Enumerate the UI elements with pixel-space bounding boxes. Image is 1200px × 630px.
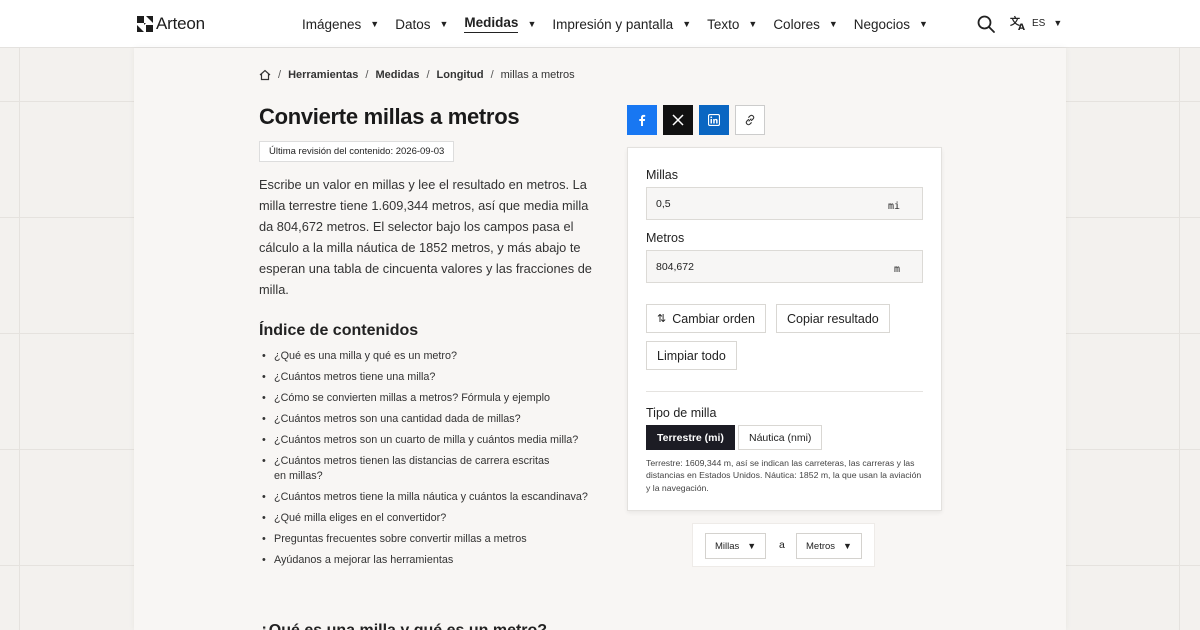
to-unit-value: Metros [806, 540, 836, 552]
meters-input-value: 804,672 [656, 260, 694, 273]
nav-item-label: Imágenes [302, 16, 362, 32]
section-heading: ¿Qué es una milla y qué es un metro? [259, 622, 547, 630]
nav-item-colores[interactable]: Colores ▼ [773, 0, 837, 48]
share-x-button[interactable] [663, 105, 693, 135]
swap-arrows-icon: ⇅ [657, 313, 667, 325]
chevron-down-icon: ▼ [439, 19, 449, 29]
language-code: ES [1032, 17, 1046, 29]
breadcrumb-medidas[interactable]: Medidas [375, 69, 419, 81]
mile-type-nautica[interactable]: Náutica (nmi) [738, 425, 823, 450]
unit-connector: a [779, 539, 785, 551]
toc-link[interactable]: ¿Cuántos metros tiene una milla? [262, 370, 607, 385]
toc-link[interactable]: Ayúdanos a mejorar las herramientas [262, 553, 607, 568]
nav-item-texto[interactable]: Texto ▼ [707, 0, 757, 48]
miles-input-value: 0,5 [656, 197, 671, 210]
miles-unit: mi [887, 201, 900, 212]
nav-item-label: Texto [707, 16, 740, 32]
chevron-down-icon: ▼ [370, 19, 380, 29]
chevron-down-icon: ▼ [747, 541, 757, 551]
share-facebook-button[interactable] [627, 105, 657, 135]
link-icon [745, 114, 755, 126]
swap-order-button[interactable]: ⇅ Cambiar orden [646, 304, 766, 333]
facebook-icon [639, 114, 646, 126]
toc-link[interactable]: Preguntas frecuentes sobre convertir mil… [262, 532, 607, 547]
mile-type-label: Tipo de milla [646, 406, 717, 420]
mile-type-terrestre[interactable]: Terrestre (mi) [646, 425, 735, 450]
home-icon[interactable] [259, 69, 271, 81]
mile-type-terrestre-label: Terrestre (mi) [657, 431, 724, 444]
divider [646, 391, 923, 392]
chevron-down-icon: ▼ [527, 19, 537, 29]
intro-paragraph: Escribe un valor en millas y lee el resu… [259, 177, 592, 297]
revision-badge: Última revisión del contenido: 2026-09-0… [259, 141, 455, 162]
meters-input[interactable]: 804,672 m [646, 250, 923, 283]
chevron-down-icon: ▼ [682, 19, 692, 29]
toc-title: Índice de contenidos [259, 322, 419, 339]
meters-unit: m [893, 264, 900, 275]
toc-link[interactable]: ¿Cuántos metros tiene la milla náutica y… [262, 490, 607, 505]
main-menu: Imágenes ▼ Datos ▼ Medidas ▼ Impresión y… [302, 0, 944, 48]
nav-item-label: Datos [395, 16, 431, 32]
to-field-label: Metros [646, 231, 685, 245]
nav-item-medidas[interactable]: Medidas ▼ [464, 0, 536, 48]
chevron-down-icon: ▼ [843, 541, 852, 551]
mile-type-nautica-label: Náutica (nmi) [749, 431, 812, 444]
translate-icon: 文 A [1010, 15, 1025, 31]
converter-card: Millas 0,5 mi Metros 804,672 m ⇅ Cambiar… [627, 147, 942, 511]
x-icon [672, 114, 684, 126]
toc-link[interactable]: ¿Cuántos metros tienen las distancias de… [262, 454, 562, 484]
nav-item-label: Impresión y pantalla [552, 16, 674, 32]
language-selector[interactable]: 文 A ES ▼ [1010, 15, 1062, 31]
svg-text:A: A [1018, 23, 1025, 31]
copy-result-button[interactable]: Copiar resultado [776, 304, 890, 333]
chevron-down-icon: ▼ [1053, 18, 1063, 28]
nav-item-imagenes[interactable]: Imágenes ▼ [302, 0, 379, 48]
breadcrumb-separator: / [278, 69, 282, 81]
breadcrumb: / Herramientas / Medidas / Longitud / mi… [259, 69, 575, 81]
brand-name: Arteon [156, 14, 205, 33]
breadcrumb-separator: / [490, 69, 494, 81]
linkedin-icon [708, 114, 720, 126]
chevron-down-icon: ▼ [748, 19, 758, 29]
from-unit-value: Millas [715, 540, 740, 552]
breadcrumb-separator: / [365, 69, 369, 81]
from-unit-select[interactable]: Millas ▼ [705, 533, 767, 559]
share-buttons [627, 105, 771, 135]
to-unit-select[interactable]: Metros ▼ [796, 533, 862, 559]
nav-item-label: Medidas [464, 15, 519, 33]
unit-pair-selector: Millas ▼ a Metros ▼ [692, 523, 875, 567]
table-of-contents: ¿Qué es una milla y qué es un metro? ¿Cu… [262, 349, 607, 574]
copy-result-label: Copiar resultado [787, 311, 879, 326]
copy-link-button[interactable] [735, 105, 765, 135]
brand-logo-icon [137, 16, 153, 32]
breadcrumb-separator: / [426, 69, 430, 81]
nav-item-impresion[interactable]: Impresión y pantalla ▼ [552, 0, 691, 48]
toc-link[interactable]: ¿Cómo se convierten millas a metros? Fór… [262, 391, 607, 406]
brand-logo[interactable]: Arteon [137, 14, 205, 34]
breadcrumb-herramientas[interactable]: Herramientas [288, 69, 358, 81]
toc-link[interactable]: ¿Cuántos metros son una cantidad dada de… [262, 412, 607, 427]
clear-all-button[interactable]: Limpiar todo [646, 341, 737, 370]
swap-order-label: Cambiar orden [672, 311, 755, 326]
mile-type-note: Terrestre: 1609,344 m, así se indican la… [646, 458, 922, 493]
toc-link[interactable]: ¿Qué milla eliges en el convertidor? [262, 511, 607, 526]
breadcrumb-current: millas a metros [500, 69, 575, 81]
from-field-label: Millas [646, 168, 678, 182]
nav-item-label: Negocios [853, 16, 911, 32]
nav-item-label: Colores [773, 16, 820, 32]
chevron-down-icon: ▼ [828, 19, 838, 29]
search-icon[interactable] [976, 14, 996, 34]
nav-item-negocios[interactable]: Negocios ▼ [854, 0, 928, 48]
share-linkedin-button[interactable] [699, 105, 729, 135]
breadcrumb-longitud[interactable]: Longitud [437, 69, 484, 81]
top-navigation-bar: Arteon Imágenes ▼ Datos ▼ Medidas ▼ Impr… [0, 0, 1200, 48]
clear-all-label: Limpiar todo [657, 348, 726, 363]
nav-item-datos[interactable]: Datos ▼ [395, 0, 448, 48]
miles-input[interactable]: 0,5 mi [646, 187, 923, 220]
toc-link[interactable]: ¿Cuántos metros son un cuarto de milla y… [262, 433, 607, 448]
chevron-down-icon: ▼ [919, 19, 928, 29]
page-title: Convierte millas a metros [259, 104, 520, 129]
toc-link[interactable]: ¿Qué es una milla y qué es un metro? [262, 349, 607, 364]
